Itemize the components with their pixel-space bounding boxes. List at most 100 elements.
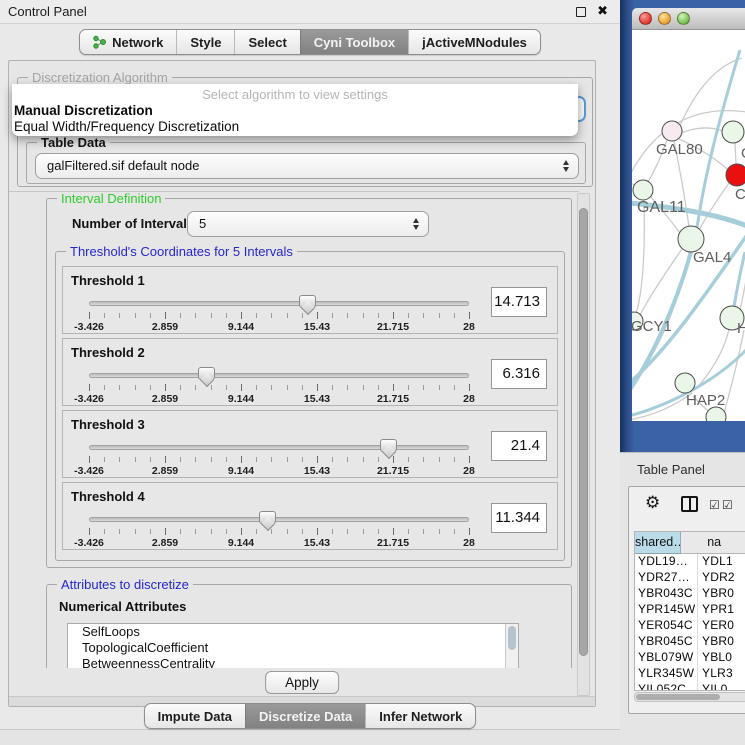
checkbox-icon[interactable]: ☑ [709,498,720,512]
slider-thumb[interactable] [299,295,316,308]
cell-name[interactable]: YDR2 [698,570,735,586]
checkbox-icon[interactable]: ☑ [722,498,733,512]
cell-name[interactable]: YIL0 [698,682,728,691]
table-row[interactable]: YDR27…YDR2 [635,570,745,586]
tab-infer-network[interactable]: Infer Network [365,704,475,728]
slider-thumb[interactable] [259,511,276,524]
float-icon[interactable] [576,7,586,17]
tick-mark [423,529,424,534]
dropdown-option-manual-discretization[interactable]: Manual Discretization [12,103,578,119]
table-row[interactable]: YBR045CYBR0 [635,634,745,650]
tab-discretize-data[interactable]: Discretize Data [245,704,365,728]
slider-thumb[interactable] [198,367,215,380]
close-light-icon[interactable] [639,12,652,25]
network-node[interactable] [633,180,653,200]
cell-name[interactable]: YER0 [698,618,734,634]
group-title-table-data: Table Data [37,135,110,150]
threshold-slider[interactable]: -3.4262.8599.14415.4321.71528 [89,367,469,405]
list-item-betweennesscentrality[interactable]: BetweennessCentrality [68,656,518,668]
list-item-selfloops[interactable]: SelfLoops [68,624,518,640]
close-icon[interactable]: ✖ [597,3,608,19]
threshold-panel-3: Threshold 3-3.4262.8599.14415.4321.71528… [62,410,558,478]
table-row[interactable]: YDL19…YDL1 [635,554,745,570]
cell-name[interactable]: YBR0 [698,586,734,602]
table-row[interactable]: YBL079WYBL0 [635,650,745,666]
cell-shared-name[interactable]: YBR043C [635,586,698,602]
apply-button[interactable]: Apply [265,671,339,694]
cell-shared-name[interactable]: YDL19… [635,554,698,570]
network-canvas[interactable]: GAL80GACGAL11GAL4GCY1HHAP2 [632,30,745,421]
table-row[interactable]: YBR043CYBR0 [635,586,745,602]
list-scrollbar-thumb[interactable] [508,626,516,650]
threshold-slider[interactable]: -3.4262.8599.14415.4321.71528 [89,295,469,333]
gear-icon[interactable]: ⚙ [645,493,660,513]
tick-mark [89,456,90,463]
network-node[interactable] [722,121,744,143]
list-item-topologicalcoefficient[interactable]: TopologicalCoefficient [68,640,518,656]
threshold-value-field[interactable]: 6.316 [491,359,547,389]
table-row[interactable]: YER054CYER0 [635,618,745,634]
cell-name[interactable]: YDL1 [698,554,733,570]
cell-name[interactable]: YBL0 [698,650,732,666]
threshold-coordinates-group: Threshold's Coordinates for 5 Intervals … [55,251,565,561]
tick-mark [469,312,470,319]
column-header-name[interactable]: na [681,532,745,554]
table-data-combobox[interactable]: galFiltered.sif default node [35,153,579,179]
tick-label: 9.144 [228,537,254,549]
slider-track[interactable] [89,373,469,378]
table-hscrollbar-thumb[interactable] [636,694,720,700]
slider-track[interactable] [89,301,469,306]
dropdown-option-equal-width-frequency[interactable]: Equal Width/Frequency Discretization [12,119,578,135]
slider-track[interactable] [89,517,469,522]
tab-style[interactable]: Style [176,30,234,54]
tab-impute-data[interactable]: Impute Data [145,704,245,728]
tick-label: 28 [463,393,475,405]
tab-select[interactable]: Select [234,30,299,54]
attributes-group: Attributes to discretize Numerical Attri… [46,584,572,668]
group-title-discretization-algorithm: Discretization Algorithm [28,70,172,85]
list-scrollbar[interactable] [505,624,518,668]
tick-mark [165,528,166,535]
tick-mark [195,457,196,462]
table-row[interactable]: YIL052CYIL0 [635,682,745,691]
cell-name[interactable]: YBR0 [698,634,734,650]
table-row[interactable]: YPR145WYPR1 [635,602,745,618]
cell-shared-name[interactable]: YBL079W [635,650,698,666]
cell-shared-name[interactable]: YBR045C [635,634,698,650]
panel-scrollbar[interactable] [577,193,590,696]
cell-shared-name[interactable]: YIL052C [635,682,698,691]
numerical-attributes-list[interactable]: SelfLoopsTopologicalCoefficientBetweenne… [67,623,519,668]
slider-thumb[interactable] [380,439,397,452]
table-hscrollbar[interactable] [634,692,745,702]
network-node[interactable] [706,407,726,421]
column-header-shared[interactable]: shared… [635,532,681,554]
threshold-slider[interactable]: -3.4262.8599.14415.4321.71528 [89,511,469,549]
slider-track[interactable] [89,445,469,450]
cell-name[interactable]: YLR3 [698,666,733,682]
network-node[interactable] [675,373,695,393]
columns-icon[interactable] [681,496,698,512]
tab-cyni-toolbox[interactable]: Cyni Toolbox [300,30,408,54]
threshold-value-field[interactable]: 11.344 [491,503,547,533]
group-title-threshold-coordinates: Threshold's Coordinates for 5 Intervals [66,244,297,259]
panel-scrollbar-thumb[interactable] [579,208,588,656]
network-graph[interactable]: GAL80GACGAL11GAL4GCY1HHAP2 [632,30,745,421]
cell-shared-name[interactable]: YDR27… [635,570,698,586]
bottom-tabs-row: Impute DataDiscretize DataInfer Network [0,703,620,729]
tab-network[interactable]: Network [80,30,176,54]
number-of-intervals-spinner[interactable]: 5 [187,211,429,237]
node-table[interactable]: shared… na YDL19…YDL1YDR27…YDR2YBR043CYB… [634,531,745,691]
threshold-value-field[interactable]: 14.713 [491,287,547,317]
threshold-slider[interactable]: -3.4262.8599.14415.4321.71528 [89,439,469,477]
network-node[interactable] [726,164,745,186]
cell-shared-name[interactable]: YER054C [635,618,698,634]
cell-name[interactable]: YPR1 [698,602,734,618]
cell-shared-name[interactable]: YLR345W [635,666,698,682]
network-node[interactable] [662,121,682,141]
cell-shared-name[interactable]: YPR145W [635,602,698,618]
threshold-value-field[interactable]: 21.4 [491,431,547,461]
zoom-light-icon[interactable] [677,12,690,25]
table-row[interactable]: YLR345WYLR3 [635,666,745,682]
tab-jactivemnodules[interactable]: jActiveMNodules [408,30,540,54]
minimize-light-icon[interactable] [658,12,671,25]
